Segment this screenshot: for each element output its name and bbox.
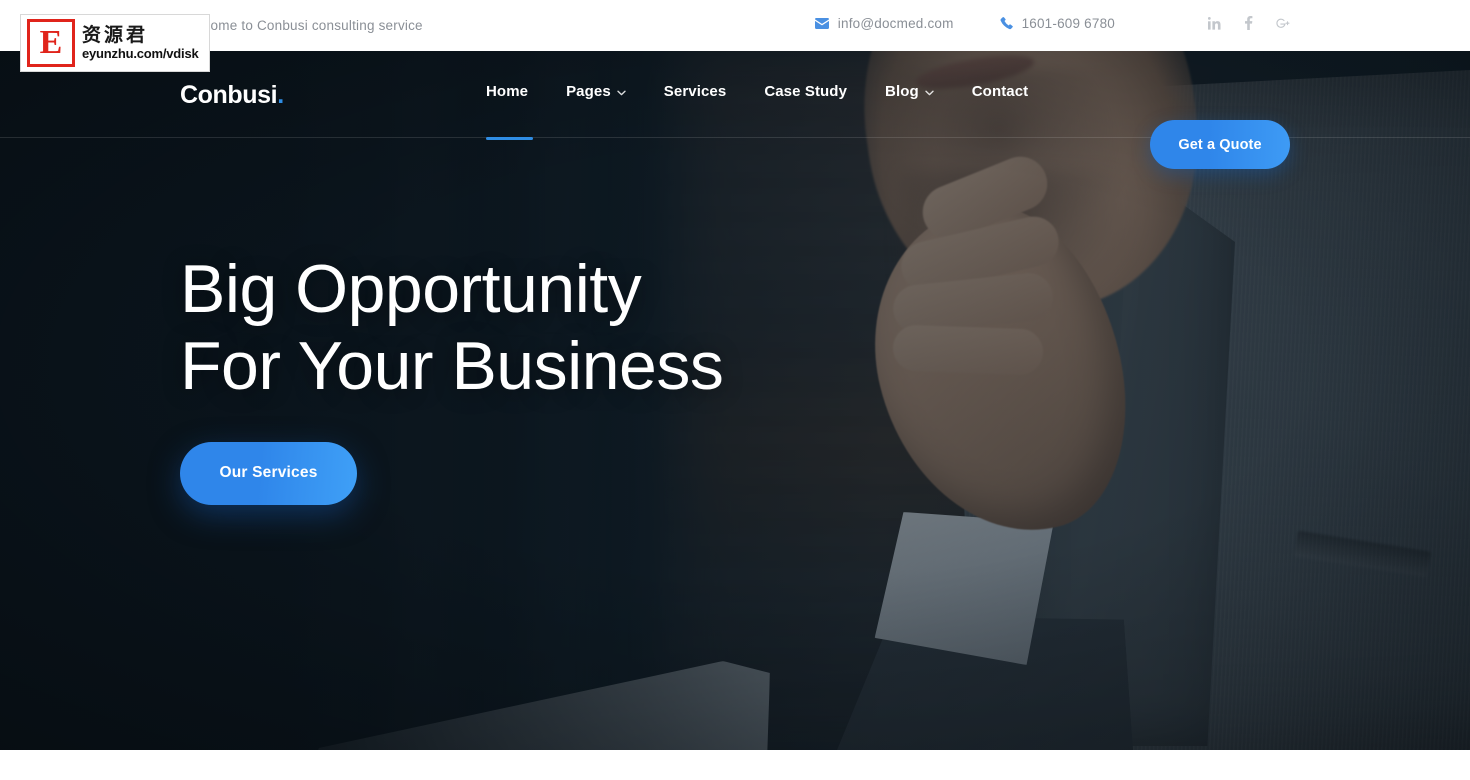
phone-number: 1601-609 6780 [1021,15,1115,31]
main-navbar: Conbusi. Home Pages Services Case Study … [0,51,1470,169]
site-logo[interactable]: Conbusi. [180,81,284,110]
watermark-overlay: E 资源君 eyunzhu.com/vdisk [20,14,210,72]
get-a-quote-button[interactable]: Get a Quote [1150,120,1290,169]
hero-content: Big Opportunity For Your Business Our Se… [180,251,724,505]
chevron-down-icon [617,88,626,98]
nav-item-contact[interactable]: Contact [972,83,1029,100]
nav-label: Blog [885,83,919,100]
social-links [1207,14,1290,32]
nav-item-case-study[interactable]: Case Study [764,83,866,100]
watermark-letter: E [39,24,63,61]
hero-section: Conbusi. Home Pages Services Case Study … [0,51,1470,750]
watermark-logo-icon: E [27,19,75,67]
nav-item-blog[interactable]: Blog [885,83,953,100]
email-address: info@docmed.com [837,15,954,31]
logo-text: Conbusi [180,81,278,109]
nav-label: Contact [971,83,1029,100]
nav-item-home[interactable]: Home [486,83,547,100]
chevron-down-icon [925,88,934,98]
watermark-chinese-name: 资源君 [82,23,149,46]
watermark-url: eyunzhu.com/vdisk [82,45,199,61]
primary-navigation: Home Pages Services Case Study Blog Cont… [486,83,1028,100]
our-services-button[interactable]: Our Services [180,441,357,505]
nav-item-pages[interactable]: Pages [566,83,645,100]
email-contact[interactable]: info@docmed.com [814,15,954,31]
active-nav-indicator [486,137,533,140]
nav-label: Services [663,83,727,100]
logo-dot: . [277,81,284,109]
topbar-contact-group: info@docmed.com 1601-609 6780 [814,14,1290,32]
phone-contact[interactable]: 1601-609 6780 [1000,16,1115,31]
top-utility-bar: Welcome to Conbusi consulting service in… [0,0,1470,51]
google-plus-icon[interactable] [1275,14,1290,32]
welcome-message: Welcome to Conbusi consulting service [180,18,423,33]
envelope-icon [814,17,829,29]
nav-label: Home [486,83,529,100]
facebook-icon[interactable] [1241,14,1256,32]
hero-heading: Big Opportunity For Your Business [180,251,724,404]
watermark-text: 资源君 eyunzhu.com/vdisk [82,23,199,61]
phone-icon [1000,16,1013,30]
nav-label: Case Study [764,83,848,100]
linkedin-icon[interactable] [1207,14,1222,32]
nav-item-services[interactable]: Services [664,83,746,100]
nav-label: Pages [566,83,611,100]
